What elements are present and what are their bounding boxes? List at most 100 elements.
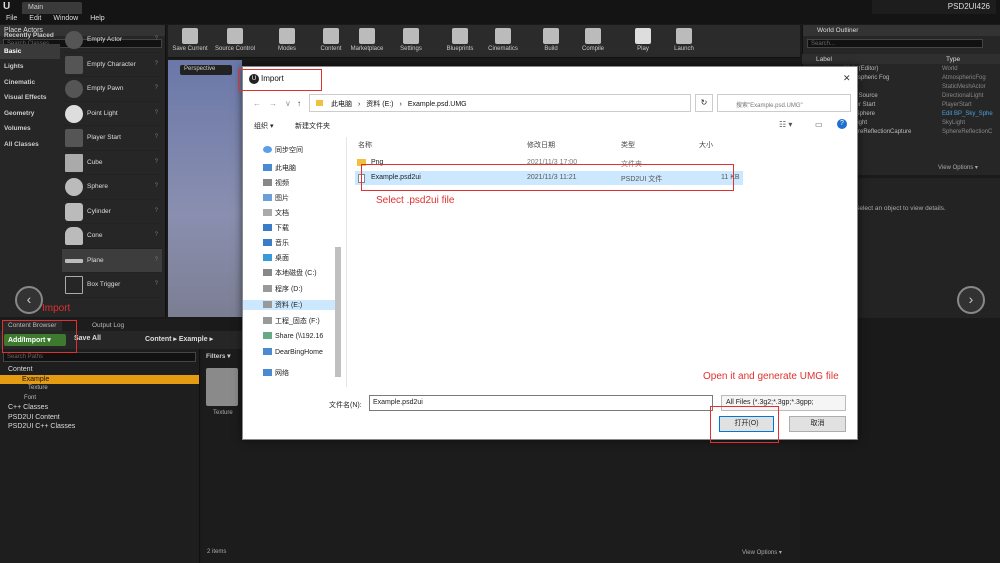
nav-item-videos[interactable]: 视频 <box>263 178 289 188</box>
nav-item-music[interactable]: 音乐 <box>263 238 289 248</box>
tree-item-psd2ui-content[interactable]: PSD2UI Content <box>0 413 199 423</box>
actor-item[interactable]: Cone? <box>62 224 162 249</box>
tab-output-log[interactable]: Output Log <box>86 320 131 331</box>
source-control-button[interactable]: Source Control <box>212 25 258 58</box>
launch-button[interactable]: Launch <box>670 25 698 58</box>
col-type[interactable]: 类型 <box>621 140 635 150</box>
nav-item-drive-c[interactable]: 本地磁盘 (C:) <box>263 268 317 278</box>
col-name[interactable]: 名称 <box>358 140 372 150</box>
filename-input[interactable]: Example.psd2ui <box>369 395 713 411</box>
category-cinematic[interactable]: Cinematic <box>0 75 60 91</box>
breadcrumb[interactable]: Content ▸ Example ▸ <box>145 335 213 343</box>
close-icon[interactable]: ✕ <box>843 73 851 84</box>
actor-item[interactable]: Plane? <box>62 248 162 273</box>
new-folder-button[interactable]: 新建文件夹 <box>295 121 330 131</box>
nav-item-sync[interactable]: 同步空间 <box>263 145 303 155</box>
menu-file[interactable]: File <box>0 14 23 22</box>
nav-item-this-pc[interactable]: 此电脑 <box>263 163 296 173</box>
category-visual-effects[interactable]: Visual Effects <box>0 90 60 106</box>
perspective-button[interactable]: Perspective <box>180 65 232 75</box>
tree-item-font[interactable]: Font <box>0 394 199 404</box>
menu-edit[interactable]: Edit <box>23 14 47 22</box>
play-button[interactable]: Play <box>630 25 656 58</box>
nav-item-pictures[interactable]: 图片 <box>263 193 289 203</box>
nav-scrollbar[interactable] <box>335 247 341 377</box>
col-size[interactable]: 大小 <box>699 140 713 150</box>
tree-item-content[interactable]: Content <box>0 365 199 375</box>
col-date[interactable]: 修改日期 <box>527 140 555 150</box>
nav-item-drive-f[interactable]: 工程_固态 (F:) <box>263 316 320 326</box>
content-view-options[interactable]: View Options ▾ <box>742 549 782 556</box>
address-bar[interactable]: 此电脑 › 资料 (E:) › Example.psd.UMG <box>309 94 691 112</box>
actor-item[interactable]: Sphere? <box>62 175 162 200</box>
marketplace-button[interactable]: Marketplace <box>348 25 386 58</box>
tree-item-texture[interactable]: Texture <box>0 384 199 394</box>
previous-arrow-icon[interactable]: ‹ <box>15 286 43 314</box>
actor-item[interactable]: Cube? <box>62 151 162 175</box>
nav-item-desktop[interactable]: 桌面 <box>263 253 289 263</box>
view-mode-icon[interactable]: ☷ ▾ <box>779 120 792 129</box>
category-geometry[interactable]: Geometry <box>0 106 60 122</box>
modes-button[interactable]: Modes <box>272 25 302 58</box>
cancel-button[interactable]: 取消 <box>789 416 846 432</box>
tree-item-cpp-classes[interactable]: C++ Classes <box>0 403 199 413</box>
col-type[interactable]: Type <box>946 56 960 63</box>
address-row: ← → ∨ ↑ 此电脑 › 资料 (E:) › Example.psd.UMG ↻ 搜索… <box>243 91 857 115</box>
cinematics-button[interactable]: Cinematics <box>484 25 522 58</box>
launch-icon <box>676 28 692 44</box>
category-basic[interactable]: Basic <box>0 43 60 59</box>
menu-window[interactable]: Window <box>47 14 84 22</box>
back-icon[interactable]: ← <box>253 99 261 108</box>
build-button[interactable]: Build <box>538 25 564 58</box>
next-arrow-icon[interactable]: › <box>957 286 985 314</box>
level-tab[interactable]: Main <box>22 2 82 14</box>
nav-item-drive-e[interactable]: 资料 (E:) <box>243 300 335 310</box>
save-current-button[interactable]: Save Current <box>170 25 210 58</box>
blueprints-button[interactable]: Blueprints <box>442 25 478 58</box>
paths-search-input[interactable]: Search Paths <box>3 352 196 362</box>
category-volumes[interactable]: Volumes <box>0 121 60 137</box>
folder-search-input[interactable]: 搜索"Example.psd.UMG" <box>717 94 851 112</box>
video-icon <box>263 179 272 186</box>
pawn-icon <box>65 80 83 98</box>
folder-icon[interactable] <box>206 368 238 406</box>
level-viewport[interactable] <box>168 60 242 317</box>
recent-dropdown-icon[interactable]: ∨ <box>285 99 291 108</box>
organize-menu[interactable]: 组织 ▾ <box>254 121 273 131</box>
title-bar <box>0 0 1000 14</box>
filters-button[interactable]: Filters ▾ <box>206 352 231 360</box>
col-label[interactable]: Label <box>816 56 832 63</box>
forward-icon[interactable]: → <box>269 99 277 108</box>
nav-item-dearbinghome[interactable]: DearBingHome <box>263 348 335 356</box>
content-button[interactable]: Content <box>316 25 346 58</box>
compile-button[interactable]: Compile <box>578 25 608 58</box>
menu-help[interactable]: Help <box>84 14 110 22</box>
save-all-button[interactable]: Save All <box>74 335 101 342</box>
actor-item[interactable]: Empty Character? <box>62 53 162 77</box>
preview-pane-icon[interactable]: ▭ <box>815 120 823 129</box>
nav-item-documents[interactable]: 文档 <box>263 208 289 218</box>
actor-item[interactable]: Empty Pawn? <box>62 77 162 102</box>
actor-item[interactable]: Cylinder? <box>62 200 162 224</box>
category-all-classes[interactable]: All Classes <box>0 137 60 153</box>
actor-item[interactable]: Box Trigger? <box>62 273 162 298</box>
nav-item-share[interactable]: Share (\\192.16 <box>263 332 335 340</box>
settings-button[interactable]: Settings <box>396 25 426 58</box>
actor-item[interactable]: Empty Actor? <box>62 28 162 53</box>
outliner-view-options[interactable]: View Options ▾ <box>938 164 978 171</box>
nav-item-drive-d[interactable]: 程序 (D:) <box>263 284 303 294</box>
tree-item-psd2ui-cpp[interactable]: PSD2UI C++ Classes <box>0 422 199 432</box>
refresh-icon[interactable]: ↻ <box>695 94 713 112</box>
nav-item-network[interactable]: 网络 <box>263 368 289 378</box>
outliner-search-input[interactable]: Search... <box>807 39 983 48</box>
category-lights[interactable]: Lights <box>0 59 60 75</box>
actor-item[interactable]: Point Light? <box>62 102 162 126</box>
up-icon[interactable]: ↑ <box>297 99 301 108</box>
category-recently-placed[interactable]: Recently Placed <box>0 28 60 44</box>
help-icon[interactable]: ? <box>837 119 847 129</box>
nav-item-downloads[interactable]: 下载 <box>263 223 289 233</box>
actor-item[interactable]: Player Start? <box>62 126 162 151</box>
box-trigger-icon <box>65 276 83 294</box>
tree-item-example[interactable]: Example <box>0 374 199 384</box>
plane-icon <box>65 258 83 263</box>
